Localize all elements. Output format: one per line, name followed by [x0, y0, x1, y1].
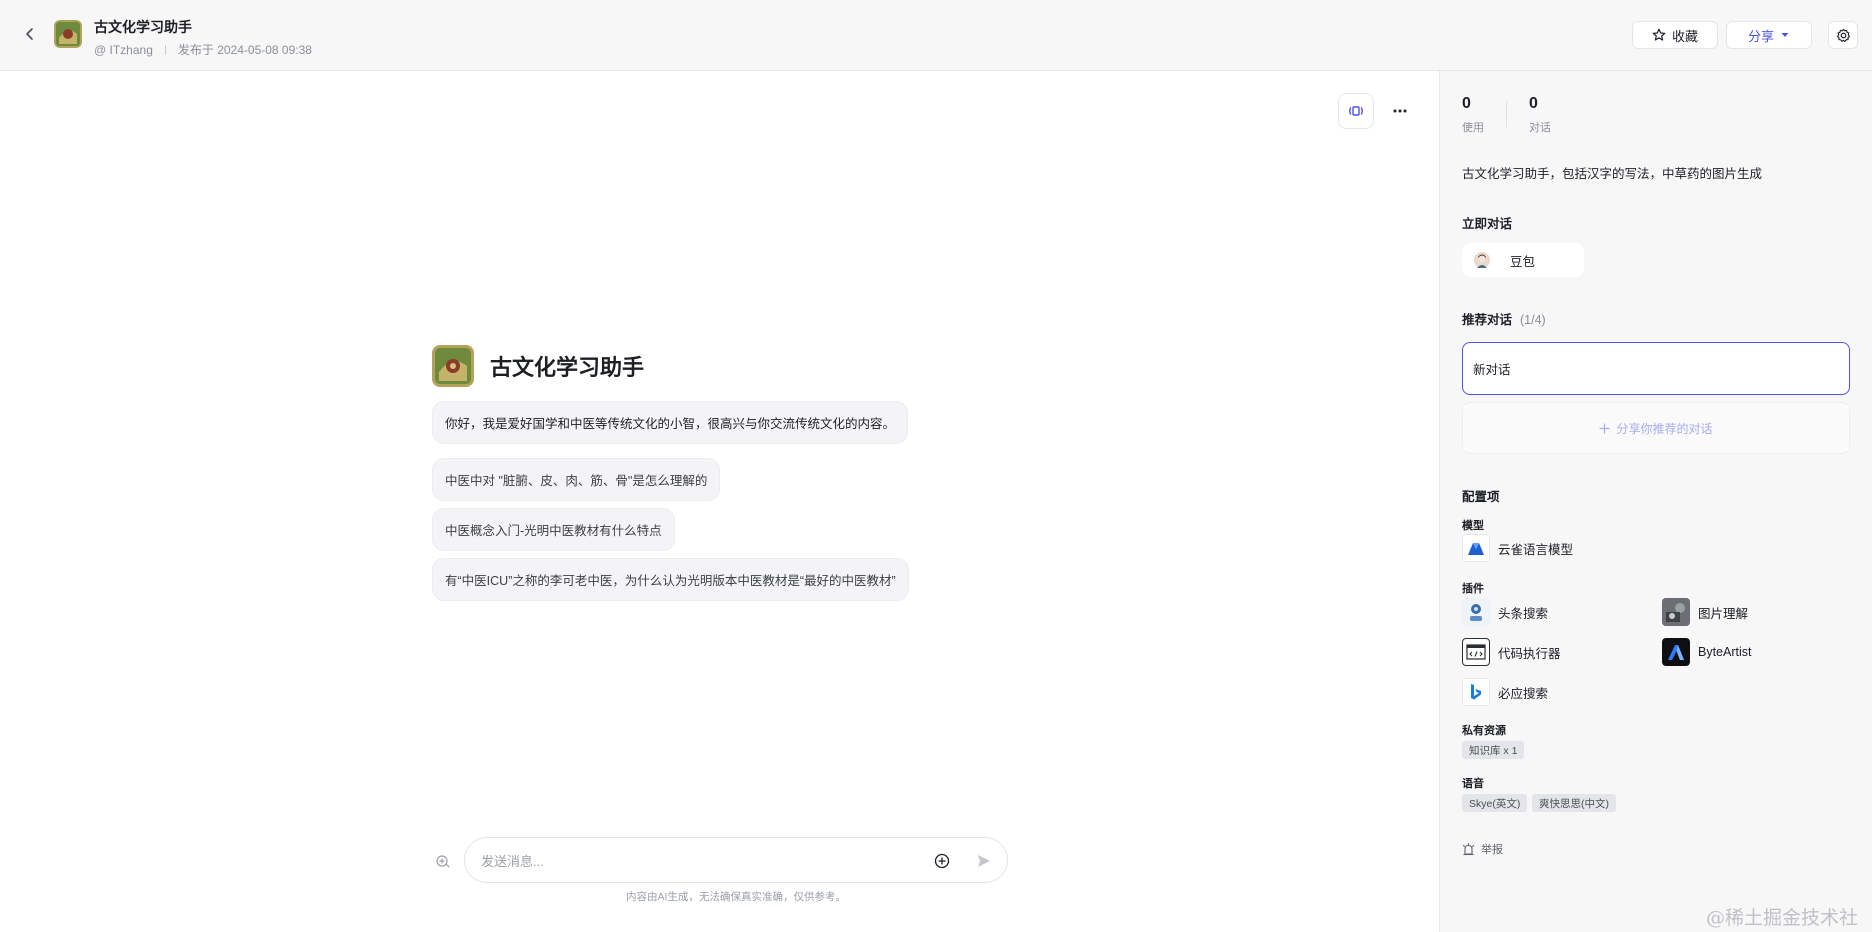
chat-area: 古文化学习助手 你好，我是爱好国学和中医等传统文化的小智，很高兴与你交流传统文化… — [0, 71, 1439, 932]
plugins-title: 插件 — [1462, 583, 1484, 595]
more-horizontal-icon — [1393, 109, 1407, 113]
image-understanding-icon — [1662, 598, 1690, 626]
share-label: 分享 — [1747, 28, 1774, 44]
bot-intro-header: 古文化学习助手 — [432, 345, 909, 387]
meta-divider — [164, 44, 166, 55]
bot-intro-title: 古文化学习助手 — [490, 355, 645, 380]
plugin-name: 代码执行器 — [1498, 646, 1561, 661]
plugin-item: 头条搜索 — [1462, 598, 1548, 626]
author-name[interactable]: @ ITzhang — [94, 43, 153, 57]
voice-toggle-button[interactable] — [1338, 93, 1374, 129]
report-button[interactable]: 举报 — [1462, 841, 1503, 857]
bot-intro: 古文化学习助手 你好，我是爱好国学和中医等传统文化的小智，很高兴与你交流传统文化… — [432, 345, 909, 601]
voice-tag: 爽快思思(中文) — [1532, 794, 1616, 812]
plugin-name: 头条搜索 — [1498, 606, 1549, 621]
chat-with-doubao-button[interactable]: 豆包 — [1462, 243, 1584, 277]
byteartist-icon — [1662, 638, 1690, 666]
bot-description: 古文化学习助手，包括汉字的写法，中草药的图片生成 — [1462, 167, 1763, 181]
plugin-name: 必应搜索 — [1498, 686, 1549, 701]
model-name: 云雀语言模型 — [1498, 542, 1574, 557]
caret-down-icon — [1781, 33, 1789, 37]
chat-now-label: 豆包 — [1510, 254, 1536, 269]
send-icon — [978, 855, 990, 867]
stat-usage-value: 0 — [1462, 95, 1471, 112]
stat-conversations-label: 对话 — [1529, 122, 1551, 134]
toutiao-search-icon — [1462, 598, 1490, 626]
stat-divider — [1506, 101, 1507, 127]
alarm-icon — [1462, 842, 1475, 855]
broom-icon — [436, 855, 450, 868]
doubao-avatar — [1474, 252, 1490, 268]
ai-disclaimer: 内容由AI生成，无法确保真实准确，仅供参考。 — [626, 891, 846, 903]
code-executor-icon — [1462, 638, 1490, 666]
message-input[interactable] — [481, 850, 921, 872]
lark-model-icon — [1462, 534, 1490, 562]
knowledge-base-tag: 知识库 x 1 — [1462, 741, 1525, 759]
usage-stats: 0 使用 0 对话 — [1462, 95, 1551, 135]
bot-meta: @ ITzhang 发布于 2024-05-08 09:38 — [94, 41, 312, 58]
bing-search-icon — [1462, 678, 1490, 706]
bot-info-panel: 0 使用 0 对话 古文化学习助手，包括汉字的写法，中草药的图片生成 立即对话 … — [1439, 71, 1872, 932]
suggested-question[interactable]: 有“中医ICU”之称的李可老中医，为什么认为光明版本中医教材是“最好的中医教材” — [432, 558, 909, 601]
plugin-item: 代码执行器 — [1462, 638, 1561, 666]
suggested-question[interactable]: 中医中对 "脏腑、皮、肉、筋、骨"是怎么理解的 — [432, 458, 721, 501]
stat-conversations: 0 对话 — [1529, 95, 1551, 135]
stat-usage-label: 使用 — [1462, 122, 1484, 134]
model-title: 模型 — [1462, 520, 1484, 532]
share-recommendation-button[interactable]: 分享你推荐的对话 — [1462, 402, 1850, 454]
settings-button[interactable] — [1828, 21, 1858, 49]
gear-icon — [1836, 28, 1850, 42]
back-button[interactable] — [18, 22, 42, 46]
plugin-name: 图片理解 — [1698, 606, 1749, 621]
voice-title: 语音 — [1462, 778, 1484, 790]
share-button[interactable]: 分享 — [1726, 21, 1812, 49]
publish-date: 发布于 2024-05-08 09:38 — [177, 43, 312, 57]
report-label: 举报 — [1481, 844, 1503, 856]
top-header: 古文化学习助手 @ ITzhang 发布于 2024-05-08 09:38 收… — [0, 0, 1872, 71]
plugin-name: ByteArtist — [1698, 645, 1752, 659]
new-topic-button[interactable] — [433, 851, 453, 871]
suggested-questions: 中医中对 "脏腑、皮、肉、筋、骨"是怎么理解的 中医概念入门-光明中医教材有什么… — [432, 458, 909, 601]
attach-button[interactable] — [931, 850, 953, 872]
plus-icon — [1599, 422, 1611, 434]
recommend-count: (1/4) — [1520, 313, 1546, 327]
suggested-question[interactable]: 中医概念入门-光明中医教材有什么特点 — [432, 508, 675, 551]
chat-now-title: 立即对话 — [1462, 217, 1513, 231]
favorite-button[interactable]: 收藏 — [1632, 21, 1718, 49]
message-input-box — [464, 837, 1008, 883]
plugin-item: ByteArtist — [1662, 638, 1752, 666]
star-icon — [1652, 28, 1666, 41]
voice-tag: Skye(英文) — [1462, 794, 1528, 812]
private-resources-title: 私有资源 — [1462, 725, 1506, 737]
stat-conversations-value: 0 — [1529, 95, 1538, 112]
bot-avatar — [54, 20, 82, 48]
recommended-conversation-label: 新对话 — [1473, 363, 1511, 377]
recommend-title-text: 推荐对话 — [1462, 313, 1513, 327]
plus-circle-icon — [934, 853, 950, 869]
favorite-label: 收藏 — [1671, 28, 1698, 44]
stat-usage: 0 使用 — [1462, 95, 1484, 135]
welcome-message: 你好，我是爱好国学和中医等传统文化的小智，很高兴与你交流传统文化的内容。 — [432, 401, 909, 444]
share-recommendation-label: 分享你推荐的对话 — [1616, 421, 1713, 436]
watermark: @稀土掘金技术社区 — [1706, 907, 1859, 929]
config-title: 配置项 — [1462, 490, 1500, 504]
recommend-title: 推荐对话 (1/4) — [1462, 309, 1546, 328]
plugin-item: 图片理解 — [1662, 598, 1748, 626]
plugin-item: 必应搜索 — [1462, 678, 1548, 706]
recommended-conversation-item[interactable]: 新对话 — [1462, 342, 1850, 395]
bot-title: 古文化学习助手 — [94, 19, 192, 35]
chevron-left-icon — [26, 28, 33, 40]
bot-avatar-large — [432, 345, 474, 387]
model-item: 云雀语言模型 — [1462, 534, 1573, 562]
send-button[interactable] — [973, 850, 995, 872]
speaker-icon — [1349, 106, 1363, 116]
more-options-button[interactable] — [1382, 93, 1418, 129]
